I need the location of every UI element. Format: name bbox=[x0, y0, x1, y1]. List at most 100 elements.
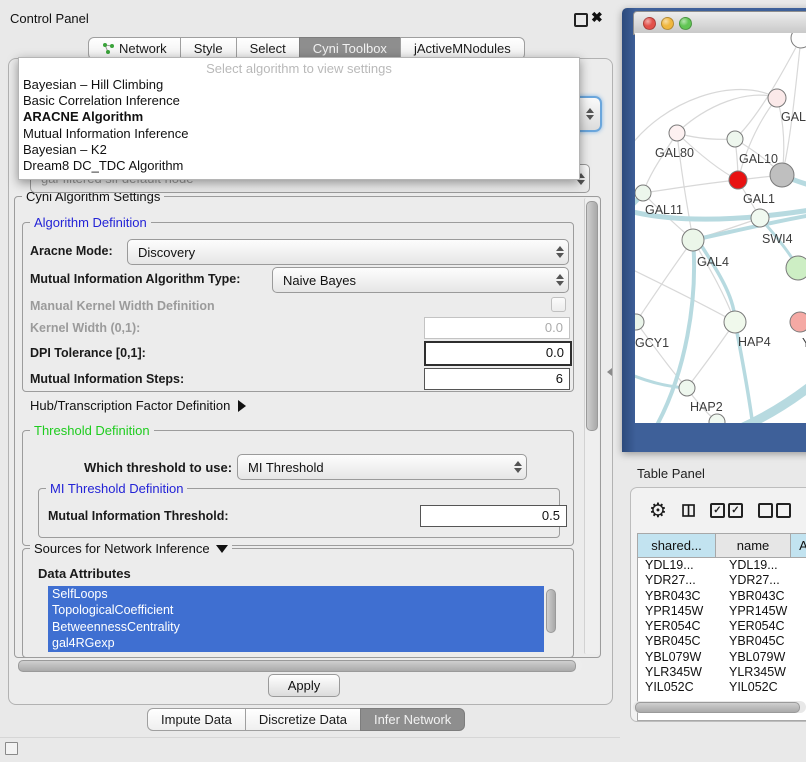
algorithm-option[interactable]: Basic Correlation Inference bbox=[19, 93, 579, 109]
aracne-mode-label: Aracne Mode: bbox=[30, 244, 113, 258]
clear-all-checks-icon[interactable] bbox=[758, 503, 791, 518]
manual-kernel-checkbox[interactable] bbox=[551, 297, 566, 312]
table-row[interactable]: YBR045CYBR045C9. bbox=[638, 634, 806, 649]
table-row[interactable]: YBL079WYBL079W bbox=[638, 650, 806, 665]
node-label-SWI4: SWI4 bbox=[762, 232, 793, 246]
attributes-list-scrollbar[interactable] bbox=[546, 589, 556, 633]
attribute-list-item[interactable]: gal4RGexp bbox=[48, 635, 544, 651]
tab-label: Select bbox=[250, 38, 286, 59]
network-node-top-cut[interactable] bbox=[791, 33, 806, 48]
column-header[interactable]: shared... bbox=[638, 534, 716, 557]
tab-infer-network[interactable]: Infer Network bbox=[360, 708, 465, 731]
threshold-definition-title: Threshold Definition bbox=[30, 423, 154, 438]
which-threshold-combobox[interactable]: MI Threshold bbox=[237, 454, 527, 480]
close-panel-icon[interactable]: ✖ bbox=[591, 9, 603, 26]
expand-right-icon bbox=[238, 400, 246, 412]
window-minimize-icon[interactable] bbox=[661, 17, 674, 30]
table-panel-title: Table Panel bbox=[637, 466, 705, 481]
hub-definition-expander[interactable]: Hub/Transcription Factor Definition bbox=[30, 398, 246, 413]
table-row[interactable]: YDR27...YDR27...12 bbox=[638, 573, 806, 588]
popup-prompt: Select algorithm to view settings bbox=[19, 60, 579, 77]
application-screen: Control Panel ✖ NetworkStyleSelectCyni T… bbox=[0, 0, 806, 762]
panel-bottom-divider bbox=[0, 737, 620, 738]
mi-type-value: Naive Bayes bbox=[273, 273, 551, 288]
kernel-width-field[interactable]: 0.0 bbox=[424, 317, 570, 339]
table-cell: YDR27... bbox=[722, 573, 803, 588]
sources-group-header[interactable]: Sources for Network Inference bbox=[30, 541, 232, 556]
algorithm-option[interactable]: Dream8 DC_TDC Algorithm bbox=[19, 158, 579, 174]
network-node-green-right[interactable] bbox=[786, 256, 806, 280]
table-cell: YBR045C bbox=[722, 634, 803, 649]
algorithm-select-popup: Select algorithm to view settings Bayesi… bbox=[18, 57, 580, 180]
network-node-salmon-right[interactable] bbox=[790, 312, 806, 332]
gear-icon[interactable]: ⚙ bbox=[649, 498, 667, 523]
network-node-GAL80[interactable] bbox=[669, 125, 685, 141]
tab-impute-data[interactable]: Impute Data bbox=[147, 708, 246, 731]
select-all-checks-icon[interactable]: ✓✓ bbox=[710, 503, 743, 518]
table-row[interactable]: YLR345WYLR345W9. bbox=[638, 665, 806, 680]
node-label-GAL11: GAL11 bbox=[645, 203, 683, 217]
network-canvas[interactable]: GALGAL80GAL10GAL1GAL11SWI4GAL4GCY1HAP4YH… bbox=[635, 33, 806, 423]
network-node-GAL11[interactable] bbox=[635, 185, 651, 201]
combo-spinner-icon bbox=[551, 268, 568, 292]
network-icon bbox=[102, 42, 115, 55]
table-row[interactable]: YPR145WYPR145W9. bbox=[638, 604, 806, 619]
data-attributes-list[interactable]: SelfLoopsTopologicalCoefficientBetweenne… bbox=[48, 586, 544, 652]
float-panel-icon[interactable] bbox=[574, 13, 588, 27]
network-edge bbox=[693, 240, 735, 322]
column-header[interactable]: A bbox=[791, 534, 806, 557]
tab-label: Style bbox=[194, 38, 223, 59]
table-row[interactable]: YBR043CYBR043C bbox=[638, 589, 806, 604]
algorithm-option[interactable]: ARACNE Algorithm bbox=[19, 109, 579, 125]
mi-threshold-group-title: MI Threshold Definition bbox=[46, 481, 187, 496]
window-close-icon[interactable] bbox=[643, 17, 656, 30]
split-pane-collapse-icon[interactable] bbox=[607, 368, 612, 376]
table-cell: YBL079W bbox=[722, 650, 803, 665]
dpi-tolerance-label: DPI Tolerance [0,1]: bbox=[30, 346, 146, 360]
table-cell: YDL19... bbox=[722, 558, 803, 573]
hub-definition-label: Hub/Transcription Factor Definition bbox=[30, 398, 230, 413]
table-row[interactable]: YDL19...YDL19...13 bbox=[638, 558, 806, 573]
manual-kernel-label: Manual Kernel Width Definition bbox=[30, 299, 215, 313]
network-node-HAP4[interactable] bbox=[724, 311, 746, 333]
network-node-HAP2[interactable] bbox=[679, 380, 695, 396]
algorithm-option[interactable]: Bayesian – Hill Climbing bbox=[19, 77, 579, 93]
minimized-panel-icon[interactable] bbox=[5, 742, 18, 755]
column-header[interactable]: name bbox=[716, 534, 791, 557]
table-cell: YIL052C bbox=[722, 680, 803, 695]
node-label-HAP2: HAP2 bbox=[690, 400, 723, 414]
table-cell: YBR043C bbox=[722, 589, 803, 604]
columns-icon[interactable] bbox=[682, 501, 695, 520]
window-maximize-icon[interactable] bbox=[679, 17, 692, 30]
node-label-GAL: GAL bbox=[781, 110, 806, 124]
settings-horizontal-scrollbar[interactable] bbox=[16, 659, 582, 672]
aracne-mode-combobox[interactable]: Discovery bbox=[127, 239, 569, 265]
network-node-SWI4[interactable] bbox=[751, 209, 769, 227]
network-node-pink-top[interactable] bbox=[768, 89, 786, 107]
network-node-GAL4[interactable] bbox=[682, 229, 704, 251]
network-node-GCY1[interactable] bbox=[635, 314, 644, 330]
network-node-GAL1[interactable] bbox=[729, 171, 747, 189]
attribute-list-item[interactable]: BetweennessCentrality bbox=[48, 619, 544, 635]
settings-vertical-scrollbar[interactable] bbox=[584, 198, 599, 654]
mi-steps-field[interactable]: 6 bbox=[424, 368, 570, 390]
table-row[interactable]: YIL052CYIL052C9 bbox=[638, 680, 806, 695]
attribute-list-item[interactable]: TopologicalCoefficient bbox=[48, 602, 544, 618]
table-row[interactable]: YER054CYER054C8. bbox=[638, 619, 806, 634]
mi-type-label: Mutual Information Algorithm Type: bbox=[30, 272, 240, 286]
table-horizontal-scrollbar[interactable] bbox=[633, 701, 806, 713]
network-node-bottom-small[interactable] bbox=[709, 414, 725, 423]
apply-button[interactable]: Apply bbox=[268, 674, 340, 697]
algorithm-option[interactable]: Mutual Information Inference bbox=[19, 126, 579, 142]
mi-threshold-field[interactable]: 0.5 bbox=[420, 505, 567, 527]
mi-type-combobox[interactable]: Naive Bayes bbox=[272, 267, 569, 293]
tab-discretize-data[interactable]: Discretize Data bbox=[245, 708, 361, 731]
network-node-GAL10[interactable] bbox=[727, 131, 743, 147]
dpi-tolerance-field[interactable]: 0.0 bbox=[424, 341, 572, 366]
network-window-titlebar[interactable] bbox=[633, 11, 806, 35]
network-view-window[interactable]: GALGAL80GAL10GAL1GAL11SWI4GAL4GCY1HAP4YH… bbox=[622, 8, 806, 452]
attribute-list-item[interactable]: SelfLoops bbox=[48, 586, 544, 602]
network-node-gray-node[interactable] bbox=[770, 163, 794, 187]
collapse-down-icon bbox=[216, 545, 228, 553]
algorithm-option[interactable]: Bayesian – K2 bbox=[19, 142, 579, 158]
